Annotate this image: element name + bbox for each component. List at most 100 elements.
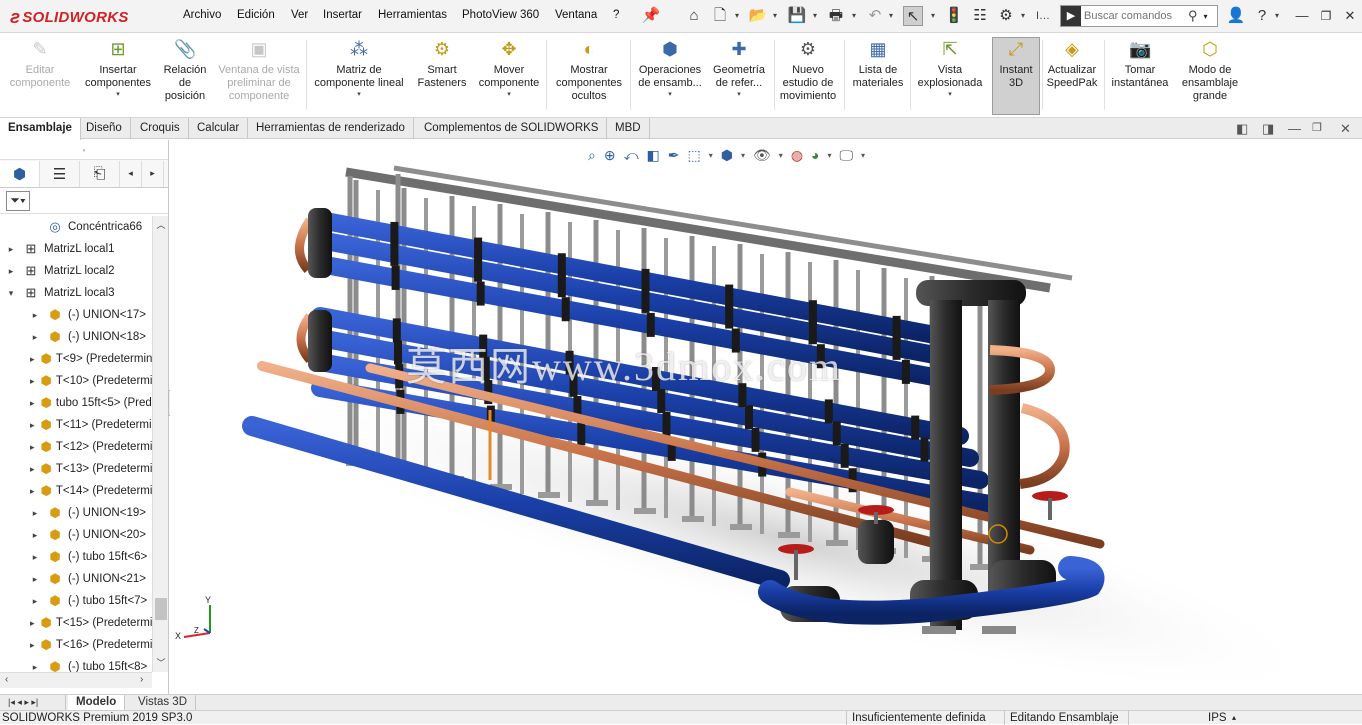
- tree-item[interactable]: ▸ ⬢T<11> (Predeterminado): [0, 414, 152, 436]
- tab-mbd[interactable]: MBD: [607, 118, 650, 139]
- tree-item[interactable]: ▾ ⊞ MatrizL local3: [0, 282, 152, 304]
- select-dropdown-icon[interactable]: ▾: [928, 6, 938, 26]
- user-account-icon[interactable]: 👤: [1226, 6, 1246, 26]
- undo-dropdown-icon[interactable]: ▾: [886, 6, 896, 26]
- component-preview-button[interactable]: ▣ Ventana de vista preliminar de componen…: [214, 38, 304, 103]
- open-icon[interactable]: 📂: [748, 6, 768, 26]
- tree-item[interactable]: ▸ ⊞ MatrizL local2: [0, 260, 152, 282]
- tree-item[interactable]: ▸ ⬢T<15> (Predeterminado): [0, 612, 152, 634]
- reference-geometry-dropdown-icon[interactable]: ▾: [737, 90, 741, 100]
- new-motion-study-button[interactable]: ⚙ Nuevo estudio de movimiento: [776, 38, 840, 103]
- search-dropdown-icon[interactable]: ▾: [1204, 12, 1208, 21]
- tab-complementos[interactable]: Complementos de SOLIDWORKS: [416, 118, 608, 139]
- expand-arrow-icon[interactable]: ▸: [30, 530, 40, 541]
- graphics-area[interactable]: ⌕ ⊕ ⤺ ◧ ✒ ⬚ ▾ ⬢ ▾ 👁 ▾ ◍ ◕ ▾ 🖵 ▾ 莫西网www.3…: [170, 140, 1362, 695]
- expand-arrow-icon[interactable]: ▸: [30, 618, 35, 629]
- menu-ver[interactable]: Ver: [291, 9, 308, 21]
- new-document-icon[interactable]: 🗋: [710, 6, 730, 26]
- tree-item[interactable]: ▸ ⬢ (-) tubo 15ft<6>: [0, 546, 152, 568]
- insert-components-dropdown-icon[interactable]: ▾: [116, 90, 120, 100]
- tree-item[interactable]: ▸ ⬢ (-) UNION<20>: [0, 524, 152, 546]
- expand-arrow-icon[interactable]: ▸: [30, 442, 35, 453]
- expand-arrow-icon[interactable]: ▸: [6, 266, 16, 277]
- tree-item[interactable]: ▸ ⬢T<10> (Predeterminado): [0, 370, 152, 392]
- expand-arrow-icon[interactable]: ▸: [30, 662, 40, 673]
- linear-pattern-dropdown-icon[interactable]: ▾: [357, 90, 361, 100]
- show-hidden-components-button[interactable]: ◐ Mostrar componentes ocultos: [550, 38, 628, 103]
- menu-photoview[interactable]: PhotoView 360: [462, 9, 539, 21]
- expand-arrow-icon[interactable]: ▸: [30, 464, 35, 475]
- assembly-features-dropdown-icon[interactable]: ▾: [668, 90, 672, 100]
- reference-geometry-button[interactable]: ✚ Geometría de refer... ▾: [708, 38, 770, 100]
- tree-item[interactable]: ◎ Concéntrica66: [0, 216, 152, 238]
- edit-component-button[interactable]: ✎ Editar componente: [6, 38, 74, 90]
- help-dropdown-icon[interactable]: ▾: [1272, 6, 1282, 26]
- scroll-down-icon[interactable]: ﹀: [153, 656, 169, 670]
- tree-horizontal-scrollbar[interactable]: ‹ ›: [0, 672, 152, 688]
- menu-help[interactable]: ?: [613, 9, 619, 21]
- tab-modelo[interactable]: Modelo: [68, 695, 126, 711]
- smart-fasteners-button[interactable]: ⚙ Smart Fasteners: [414, 38, 470, 90]
- tree-item[interactable]: ▸ ⬢T<16> (Predeterminado): [0, 634, 152, 656]
- help-icon[interactable]: ?: [1252, 6, 1272, 26]
- scroll-up-icon[interactable]: ︿: [153, 218, 169, 232]
- open-dropdown-icon[interactable]: ▾: [770, 6, 780, 26]
- tree-item[interactable]: ▸ ⬢ (-) UNION<19>: [0, 502, 152, 524]
- save-icon[interactable]: 💾: [787, 6, 807, 26]
- exploded-view-button[interactable]: ⇱ Vista explosionada ▾: [912, 38, 988, 100]
- tree-item[interactable]: ▸ ⬢T<14> (Predeterminado): [0, 480, 152, 502]
- tree-vertical-scrollbar[interactable]: ︿ ﹀: [152, 216, 168, 672]
- minimize-app-icon[interactable]: —: [1292, 6, 1312, 26]
- menu-edicion[interactable]: Edición: [237, 9, 275, 21]
- restore-doc-icon[interactable]: ❐: [1312, 121, 1322, 134]
- tab-herramientas-renderizado[interactable]: Herramientas de renderizado: [248, 118, 414, 139]
- tab-diseno[interactable]: Diseño: [78, 118, 131, 139]
- home-icon[interactable]: ⌂: [684, 6, 704, 26]
- print-icon[interactable]: 🖶: [826, 6, 846, 26]
- new-dropdown-icon[interactable]: ▾: [732, 6, 742, 26]
- expand-arrow-icon[interactable]: ▾: [6, 288, 16, 299]
- print-dropdown-icon[interactable]: ▾: [849, 6, 859, 26]
- restore-app-icon[interactable]: ❐: [1316, 6, 1336, 26]
- scroll-right-icon[interactable]: ›: [140, 674, 143, 685]
- expand-arrow-icon[interactable]: ▸: [30, 508, 40, 519]
- tree-item[interactable]: ▸ ⬢ (-) tubo 15ft<8>: [0, 656, 152, 672]
- expand-arrow-icon[interactable]: ▸: [30, 354, 35, 365]
- search-input[interactable]: [1084, 10, 1184, 22]
- tree-item[interactable]: ▸ ⬢ (-) UNION<18>: [0, 326, 152, 348]
- panel-collapse-icon[interactable]: ◧: [1236, 121, 1248, 137]
- save-dropdown-icon[interactable]: ▾: [810, 6, 820, 26]
- insert-components-button[interactable]: ⊞ Insertar componentes ▾: [80, 38, 156, 100]
- mate-button[interactable]: 📎 Relación de posición: [160, 38, 210, 103]
- tree-item[interactable]: ▸ ⬢ (-) UNION<21>: [0, 568, 152, 590]
- filter-funnel-icon[interactable]: ⏷▾: [6, 190, 30, 211]
- tree-item[interactable]: ▸ ⬢T<12> (Predeterminado): [0, 436, 152, 458]
- tab-scroll-arrows-icon[interactable]: |◂ ◂ ▸ ▸|: [0, 695, 66, 711]
- select-cursor-icon[interactable]: ↖: [903, 6, 923, 26]
- pipe-rack-model[interactable]: [170, 140, 1362, 695]
- search-mode-icon[interactable]: ▶: [1061, 6, 1081, 26]
- expand-arrow-icon[interactable]: ▸: [30, 596, 40, 607]
- expand-arrow-icon[interactable]: ▸: [30, 398, 35, 409]
- expand-arrow-icon[interactable]: ▸: [30, 574, 40, 585]
- expand-arrow-icon[interactable]: ▸: [30, 486, 35, 497]
- configuration-manager-tab-icon[interactable]: ⎗: [80, 160, 120, 187]
- close-app-icon[interactable]: ✕: [1340, 6, 1360, 26]
- status-units-dropdown-icon[interactable]: ▴: [1232, 711, 1236, 725]
- expand-arrow-icon[interactable]: ▸: [30, 552, 40, 563]
- exploded-view-dropdown-icon[interactable]: ▾: [948, 90, 952, 100]
- tab-ensamblaje[interactable]: Ensamblaje: [0, 118, 81, 140]
- expand-arrow-icon[interactable]: ▸: [30, 310, 40, 321]
- tab-croquis[interactable]: Croquis: [132, 118, 189, 139]
- panel-tabs-right-arrow-icon[interactable]: ▸: [142, 160, 164, 187]
- tree-item[interactable]: ▸ ⬢ (-) UNION<17>: [0, 304, 152, 326]
- feature-manager-tab-icon[interactable]: ⬢: [0, 160, 40, 187]
- expand-arrow-icon[interactable]: ▸: [30, 640, 35, 651]
- move-component-dropdown-icon[interactable]: ▾: [507, 90, 511, 100]
- menu-archivo[interactable]: Archivo: [183, 9, 221, 21]
- panel-tabs-left-arrow-icon[interactable]: ◂: [120, 160, 142, 187]
- close-doc-icon[interactable]: ✕: [1340, 121, 1351, 137]
- options-dropdown-icon[interactable]: ▾: [1018, 6, 1028, 26]
- expand-arrow-icon[interactable]: ▸: [30, 376, 35, 387]
- instant-3d-button[interactable]: ⤢ Instant 3D: [992, 37, 1040, 115]
